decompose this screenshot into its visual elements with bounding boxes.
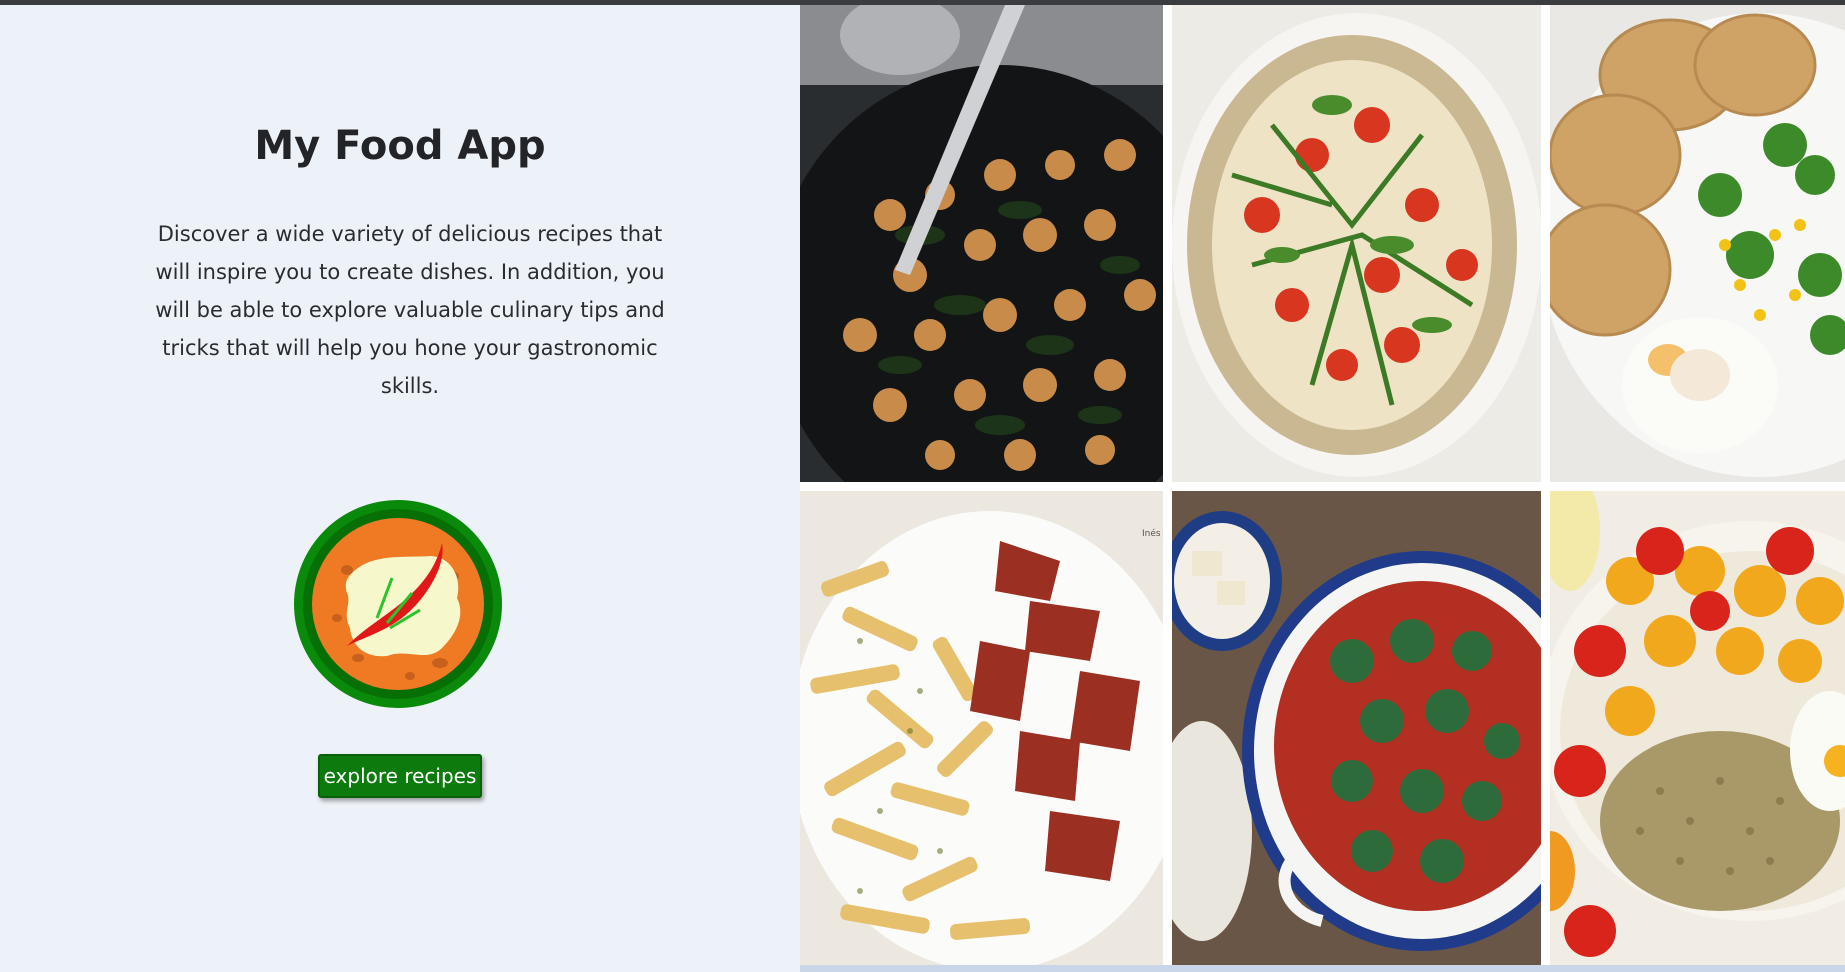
- app-logo-icon: [292, 498, 504, 710]
- food-photo-icon: [1550, 491, 1845, 965]
- gallery-image-penne: [800, 491, 1163, 965]
- gallery-image-spinach-balls: [1172, 491, 1541, 965]
- food-photo-icon: [1550, 5, 1845, 482]
- food-photo-icon: [800, 5, 1163, 482]
- landing-page: My Food App Discover a wide variety of d…: [0, 5, 1845, 972]
- food-gallery: Inés: [800, 5, 1845, 972]
- image-watermark: Inés: [1142, 529, 1161, 539]
- food-photo-icon: [800, 491, 1163, 965]
- gallery-image-lentil-bowl: [1550, 491, 1845, 965]
- gallery-image-chickpeas: [800, 5, 1163, 482]
- page-title: My Food App: [254, 123, 546, 169]
- explore-recipes-button[interactable]: explore recipes: [318, 754, 482, 798]
- intro-panel: My Food App Discover a wide variety of d…: [0, 5, 800, 972]
- gallery-image-eggplant-plate: [1550, 5, 1845, 482]
- gallery-image-flatbread: [1172, 5, 1541, 482]
- food-photo-icon: [1172, 5, 1541, 482]
- intro-description: Discover a wide variety of delicious rec…: [155, 222, 665, 398]
- gallery-bottom-edge: [800, 965, 1845, 972]
- food-photo-icon: [1172, 491, 1541, 965]
